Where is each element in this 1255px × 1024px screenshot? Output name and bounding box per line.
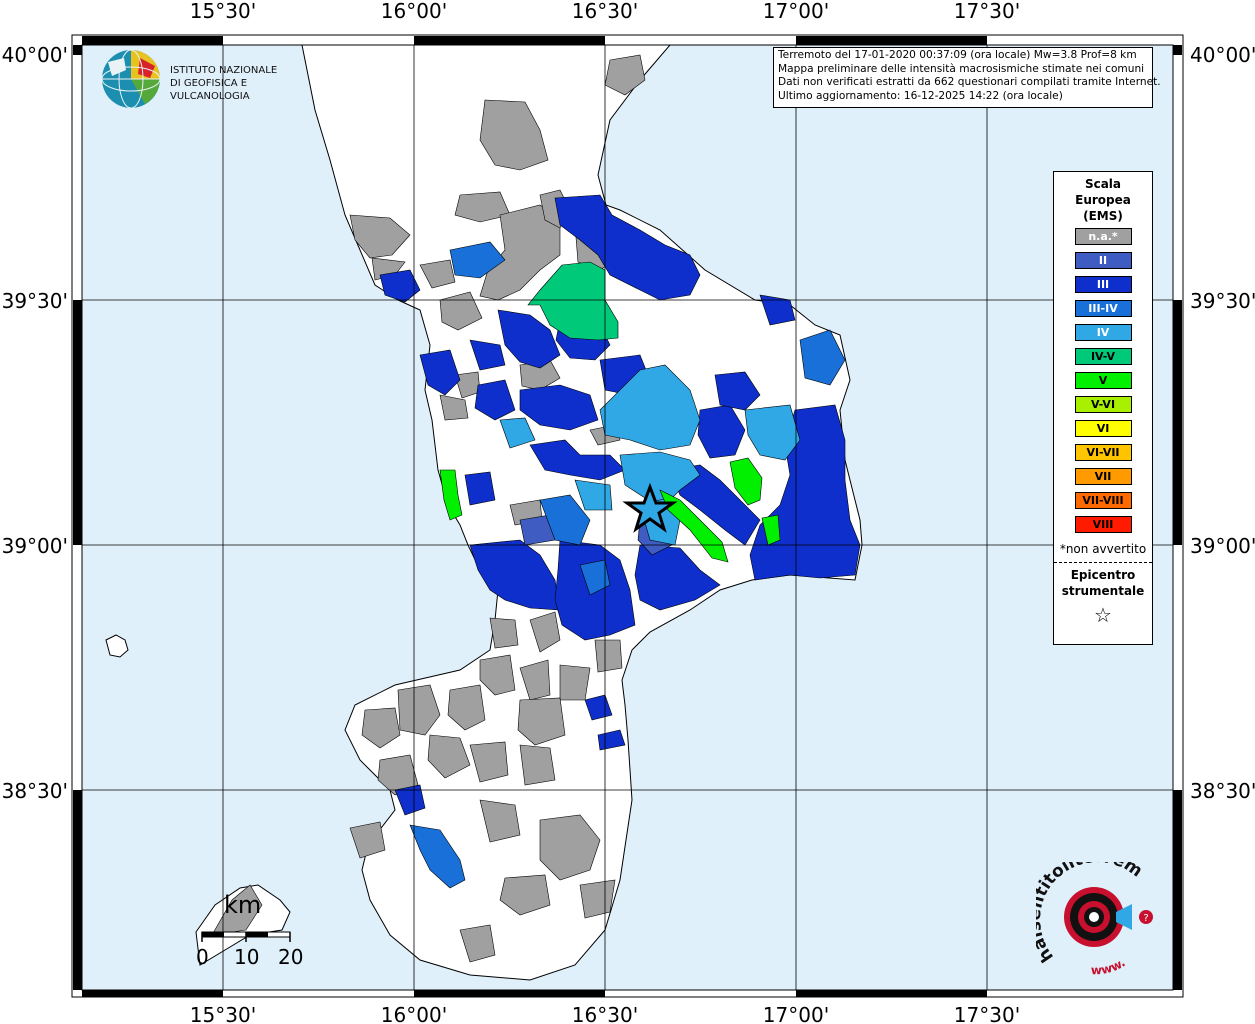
scale-tick-0: 0 bbox=[196, 945, 209, 969]
svg-text:?: ? bbox=[1143, 913, 1148, 924]
lat-label: 39°30' bbox=[1190, 289, 1255, 313]
legend-note: *non avvertito bbox=[1059, 542, 1147, 556]
legend-divider bbox=[1054, 562, 1152, 563]
lat-label: 39°30' bbox=[2, 289, 68, 313]
lon-label: 17°30' bbox=[954, 0, 1020, 23]
ingv-logo: ISTITUTO NAZIONALE DI GEOFISICA E VULCAN… bbox=[100, 48, 320, 110]
ingv-name-line2: DI GEOFISICA E VULCANOLOGIA bbox=[170, 78, 250, 102]
legend-item: V-VI bbox=[1074, 396, 1132, 413]
legend-epicenter-label: Epicentro strumentale bbox=[1054, 567, 1152, 599]
lat-label: 38°30' bbox=[2, 779, 68, 803]
lat-label: 40°00' bbox=[2, 43, 68, 67]
lon-label: 17°00' bbox=[763, 1003, 829, 1024]
legend-title-line3: (EMS) bbox=[1083, 209, 1123, 223]
ingv-name-line1: ISTITUTO NAZIONALE bbox=[170, 65, 278, 76]
lat-label: 39°00' bbox=[2, 534, 68, 558]
svg-text:www.: www. bbox=[1091, 955, 1128, 977]
lon-label: 15°30' bbox=[190, 1003, 256, 1024]
legend-item: VI-VII bbox=[1074, 444, 1132, 461]
legend-item: III bbox=[1074, 276, 1132, 293]
event-info-line1: Terremoto del 17-01-2020 00:37:09 (ora l… bbox=[778, 49, 1137, 61]
legend-item: V bbox=[1074, 372, 1132, 389]
intensity-legend: Scala Europea (EMS) n.a.* II III III-IV IV IV… bbox=[1053, 171, 1153, 645]
star-icon: ☆ bbox=[1094, 603, 1112, 627]
lon-label: 16°00' bbox=[381, 1003, 447, 1024]
lon-label: 16°30' bbox=[572, 1003, 638, 1024]
legend-item: IV-V bbox=[1074, 348, 1132, 365]
lon-labels-bottom: 15°30' 16°00' 16°30' 17°00' 17°30' bbox=[190, 1003, 1020, 1024]
event-info-box: Terremoto del 17-01-2020 00:37:09 (ora l… bbox=[773, 47, 1161, 108]
legend-title-line2: Europea bbox=[1075, 193, 1131, 207]
lon-label: 16°30' bbox=[572, 0, 638, 23]
lat-label: 38°30' bbox=[1190, 779, 1255, 803]
scale-unit: km bbox=[224, 891, 262, 919]
legend-item: IV bbox=[1074, 324, 1132, 341]
legend-item: VII bbox=[1074, 468, 1132, 485]
legend-item: VI bbox=[1074, 420, 1132, 437]
target-icon: haisentitoilterremoto.it www. ? bbox=[1025, 847, 1153, 977]
lon-label: 17°00' bbox=[763, 0, 829, 23]
event-info-line2: Mappa preliminare delle intensità macros… bbox=[778, 62, 1145, 75]
legend-epicenter-line1: Epicentro bbox=[1070, 568, 1136, 582]
legend-item: VII-VIII bbox=[1074, 492, 1132, 509]
scale-tick-10: 10 bbox=[234, 945, 260, 969]
lat-label: 40°00' bbox=[1190, 43, 1255, 67]
event-info-line3: Dati non verificati estratti da 662 ques… bbox=[778, 76, 1161, 88]
legend-title: Scala Europea (EMS) bbox=[1054, 176, 1152, 224]
event-info-line4: Ultimo aggiornamento: 16-12-2025 14:22 (… bbox=[778, 89, 1063, 102]
lon-label: 15°30' bbox=[190, 0, 256, 23]
legend-epicenter-line2: strumentale bbox=[1061, 584, 1145, 598]
lat-labels-left: 40°00' 39°30' 39°00' 38°30' bbox=[2, 43, 68, 803]
lon-label: 17°30' bbox=[954, 1003, 1020, 1024]
legend-item: II bbox=[1074, 252, 1132, 269]
globe-icon bbox=[101, 49, 161, 109]
legend-title-line1: Scala bbox=[1084, 177, 1122, 191]
hsit-www-text: www. bbox=[1091, 955, 1128, 977]
legend-item: III-IV bbox=[1074, 300, 1132, 317]
legend-item: VIII bbox=[1074, 516, 1132, 533]
lat-labels-right: 40°00' 39°30' 39°00' 38°30' bbox=[1190, 43, 1255, 803]
scale-tick-20: 20 bbox=[278, 945, 304, 969]
lat-label: 39°00' bbox=[1190, 534, 1255, 558]
lon-label: 16°00' bbox=[381, 0, 447, 23]
legend-items: n.a.* II III III-IV IV IV-V V V-VI VI VI-VII VII VI… bbox=[1054, 228, 1152, 533]
hsit-logo: haisentitoilterremoto.it www. ? bbox=[1025, 847, 1166, 982]
legend-item: n.a.* bbox=[1074, 228, 1132, 245]
lon-labels-top: 15°30' 16°00' 16°30' 17°00' 17°30' bbox=[190, 0, 1020, 23]
